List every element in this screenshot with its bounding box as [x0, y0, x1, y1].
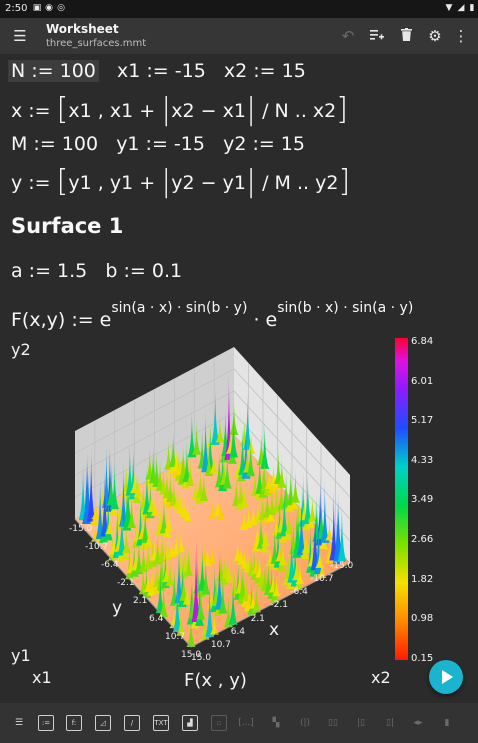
- colorbar-tick-label: 5.17: [411, 415, 434, 427]
- colorbar-tick-label: 1.82: [411, 573, 434, 585]
- x-tick-label: -10.7: [310, 574, 334, 585]
- x-tick-label: -15.0: [330, 561, 354, 571]
- dim-icon[interactable]: ▚: [268, 715, 284, 731]
- colorbar: [395, 338, 408, 660]
- dim-icon[interactable]: ▮: [439, 715, 455, 731]
- colorbar-tick-label: 6.84: [411, 336, 434, 347]
- colorbar-tick-label: 4.33: [411, 454, 434, 466]
- dim-icon[interactable]: ◂▸: [410, 715, 426, 731]
- play-icon: [442, 670, 453, 684]
- colorbar-tick-label: 0.98: [411, 613, 434, 625]
- equation-icon[interactable]: :=: [38, 715, 54, 731]
- x-tick-label: -6.4: [290, 587, 308, 598]
- x-tick-label: 2.1: [250, 613, 265, 624]
- dim-icon[interactable]: ▯▯: [325, 715, 341, 731]
- image-icon[interactable]: ◿: [95, 715, 111, 731]
- dim-icon[interactable]: ▯|: [382, 715, 398, 731]
- colorbar-tick-label: 2.66: [411, 534, 434, 545]
- x-axis-label: x: [269, 620, 280, 640]
- y-tick-label: 2.1: [133, 596, 148, 606]
- dim-icon[interactable]: |▯: [353, 715, 369, 731]
- y-tick-label: 6.4: [149, 614, 164, 624]
- dim-icon[interactable]: ▫: [211, 715, 227, 731]
- bracket-icon[interactable]: [...]: [238, 715, 254, 731]
- y-tick-label: 10.7: [165, 632, 186, 642]
- text-icon[interactable]: TXT: [153, 715, 169, 731]
- colorbar-tick-label: 3.49: [411, 494, 434, 506]
- y-tick-label: -2.1: [117, 578, 135, 588]
- y-axis-label: y: [112, 598, 123, 618]
- y-tick-label: -10.7: [85, 542, 109, 552]
- function-icon[interactable]: f:: [66, 715, 82, 731]
- run-button[interactable]: [429, 660, 463, 694]
- x-tick-label: 6.4: [230, 626, 246, 637]
- y-tick-label: -15.0: [69, 524, 93, 534]
- bottom-toolbar: ☰ := f: ◿ ∕ TXT ▟ ▫ [...] ▚ (|) ▯▯ |▯ ▯|…: [0, 703, 478, 743]
- list-icon[interactable]: ☰: [11, 715, 27, 731]
- dim-icon[interactable]: (|): [297, 715, 313, 731]
- colorbar-tick-label: 6.01: [411, 375, 434, 387]
- x-tick-label: 15.0: [191, 653, 212, 663]
- chart-icon[interactable]: ▟: [182, 715, 198, 731]
- y-tick-label: -6.4: [101, 560, 119, 570]
- x-tick-label: -2.1: [270, 600, 288, 611]
- plot-icon[interactable]: ∕: [124, 715, 140, 731]
- x-tick-label: 10.7: [210, 639, 231, 650]
